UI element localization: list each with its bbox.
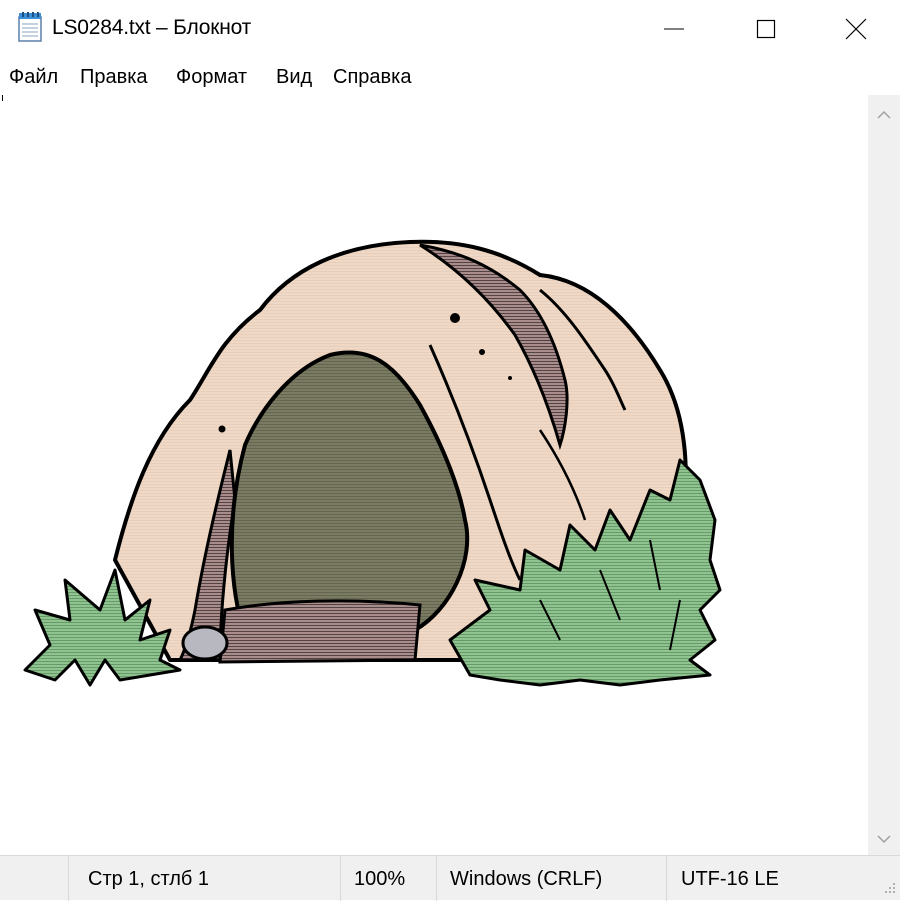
status-separator — [666, 856, 667, 901]
cave-image — [23, 239, 722, 687]
rock-hole — [508, 376, 512, 380]
maximize-button[interactable] — [720, 0, 812, 57]
menu-format[interactable]: Формат — [176, 66, 247, 89]
status-separator — [340, 856, 341, 901]
menu-edit[interactable]: Правка — [80, 66, 148, 89]
cave-ground — [218, 599, 422, 664]
menu-help[interactable]: Справка — [333, 66, 411, 89]
close-icon — [845, 18, 867, 39]
maximize-icon — [756, 19, 776, 38]
scroll-up-icon[interactable] — [876, 107, 892, 123]
menu-file[interactable]: Файл — [9, 66, 58, 89]
status-encoding: UTF-16 LE — [681, 868, 779, 890]
minimize-icon — [664, 28, 684, 29]
text-caret — [2, 95, 3, 101]
close-button[interactable] — [810, 0, 900, 57]
notepad-icon — [18, 12, 42, 42]
menu-bar: Файл Правка Формат Вид Справка — [0, 57, 900, 95]
vertical-scrollbar[interactable] — [868, 95, 900, 855]
minimize-button[interactable] — [628, 0, 720, 57]
status-cursor-position: Стр 1, стлб 1 — [88, 868, 210, 890]
rock-hole — [479, 349, 485, 355]
status-zoom: 100% — [354, 868, 406, 890]
menu-view[interactable]: Вид — [276, 66, 312, 89]
status-line-endings: Windows (CRLF) — [450, 868, 603, 890]
resize-grip-icon[interactable] — [878, 878, 898, 898]
rock-hole — [218, 425, 226, 433]
rock-hole — [450, 313, 460, 323]
status-separator — [68, 856, 69, 901]
title-bar: LS0284.txt – Блокнот — [0, 0, 900, 57]
status-separator — [436, 856, 437, 901]
status-bar: Стр 1, стлб 1 100% Windows (CRLF) UTF-16… — [0, 855, 900, 901]
scroll-down-icon[interactable] — [876, 831, 892, 847]
window-title: LS0284.txt – Блокнот — [52, 16, 252, 39]
stone — [181, 625, 229, 661]
